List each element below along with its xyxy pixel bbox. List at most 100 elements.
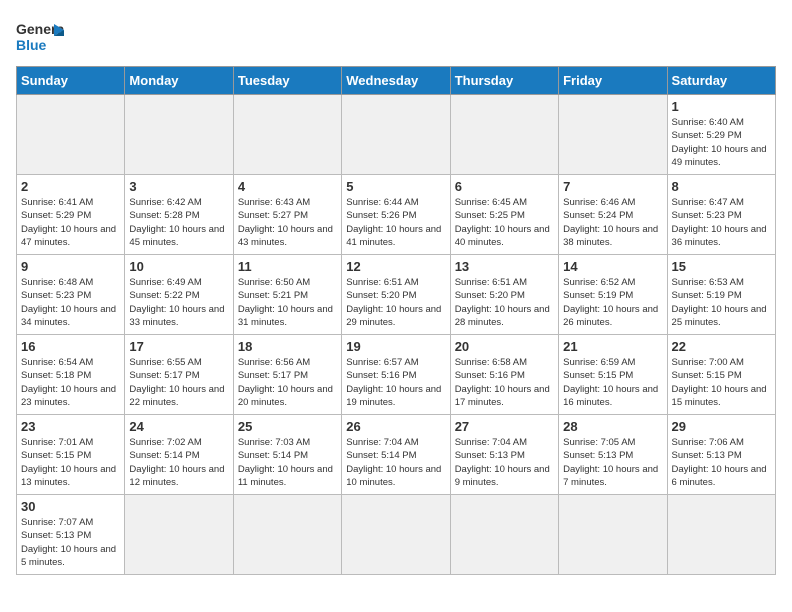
calendar-cell: 26 Sunrise: 7:04 AMSunset: 5:14 PMDayligh…	[342, 415, 450, 495]
day-info: Sunrise: 6:49 AMSunset: 5:22 PMDaylight:…	[129, 276, 228, 329]
calendar-cell: 6 Sunrise: 6:45 AMSunset: 5:25 PMDaylight…	[450, 175, 558, 255]
calendar-cell: 5 Sunrise: 6:44 AMSunset: 5:26 PMDaylight…	[342, 175, 450, 255]
week-row-2: 2 Sunrise: 6:41 AMSunset: 5:29 PMDaylight…	[17, 175, 776, 255]
calendar-cell: 7Sunrise: 6:46 AMSunset: 5:24 PMDaylight…	[559, 175, 667, 255]
calendar-cell: 20 Sunrise: 6:58 AMSunset: 5:16 PMDayligh…	[450, 335, 558, 415]
calendar-cell: 18 Sunrise: 6:56 AMSunset: 5:17 PMDayligh…	[233, 335, 341, 415]
day-info: Sunrise: 7:04 AMSunset: 5:13 PMDaylight:…	[455, 436, 554, 489]
day-info: Sunrise: 6:42 AMSunset: 5:28 PMDaylight:…	[129, 196, 228, 249]
calendar-cell: 21 Sunrise: 6:59 AMSunset: 5:15 PMDayligh…	[559, 335, 667, 415]
weekday-tuesday: Tuesday	[233, 67, 341, 95]
day-number: 20	[455, 339, 554, 354]
calendar-cell: 11 Sunrise: 6:50 AMSunset: 5:21 PMDayligh…	[233, 255, 341, 335]
day-number: 5	[346, 179, 445, 194]
calendar-cell	[17, 95, 125, 175]
day-info: Sunrise: 6:51 AMSunset: 5:20 PMDaylight:…	[346, 276, 445, 329]
calendar-cell: 2 Sunrise: 6:41 AMSunset: 5:29 PMDaylight…	[17, 175, 125, 255]
calendar-cell: 3 Sunrise: 6:42 AMSunset: 5:28 PMDaylight…	[125, 175, 233, 255]
day-info: Sunrise: 6:45 AMSunset: 5:25 PMDaylight:…	[455, 196, 554, 249]
calendar-cell: 4 Sunrise: 6:43 AMSunset: 5:27 PMDaylight…	[233, 175, 341, 255]
day-info: Sunrise: 6:51 AMSunset: 5:20 PMDaylight:…	[455, 276, 554, 329]
day-number: 25	[238, 419, 337, 434]
day-number: 15	[672, 259, 771, 274]
day-number: 22	[672, 339, 771, 354]
week-row-3: 9Sunrise: 6:48 AMSunset: 5:23 PMDaylight…	[17, 255, 776, 335]
calendar-body: 1 Sunrise: 6:40 AMSunset: 5:29 PMDaylight…	[17, 95, 776, 575]
calendar-cell	[125, 495, 233, 575]
day-number: 26	[346, 419, 445, 434]
day-number: 17	[129, 339, 228, 354]
day-number: 19	[346, 339, 445, 354]
day-number: 8	[672, 179, 771, 194]
day-number: 21	[563, 339, 662, 354]
day-number: 4	[238, 179, 337, 194]
day-number: 29	[672, 419, 771, 434]
day-number: 18	[238, 339, 337, 354]
calendar-cell: 19 Sunrise: 6:57 AMSunset: 5:16 PMDayligh…	[342, 335, 450, 415]
calendar-cell	[450, 95, 558, 175]
day-info: Sunrise: 7:05 AMSunset: 5:13 PMDaylight:…	[563, 436, 662, 489]
calendar-cell: 27Sunrise: 7:04 AMSunset: 5:13 PMDayligh…	[450, 415, 558, 495]
day-info: Sunrise: 7:06 AMSunset: 5:13 PMDaylight:…	[672, 436, 771, 489]
day-number: 30	[21, 499, 120, 514]
day-info: Sunrise: 6:46 AMSunset: 5:24 PMDaylight:…	[563, 196, 662, 249]
calendar-cell: 28Sunrise: 7:05 AMSunset: 5:13 PMDayligh…	[559, 415, 667, 495]
day-number: 14	[563, 259, 662, 274]
weekday-saturday: Saturday	[667, 67, 775, 95]
day-number: 6	[455, 179, 554, 194]
week-row-6: 30 Sunrise: 7:07 AMSunset: 5:13 PMDayligh…	[17, 495, 776, 575]
weekday-monday: Monday	[125, 67, 233, 95]
calendar-cell	[559, 495, 667, 575]
day-number: 3	[129, 179, 228, 194]
day-info: Sunrise: 6:57 AMSunset: 5:16 PMDaylight:…	[346, 356, 445, 409]
day-info: Sunrise: 6:55 AMSunset: 5:17 PMDaylight:…	[129, 356, 228, 409]
day-info: Sunrise: 6:47 AMSunset: 5:23 PMDaylight:…	[672, 196, 771, 249]
day-info: Sunrise: 6:41 AMSunset: 5:29 PMDaylight:…	[21, 196, 120, 249]
calendar-cell: 1 Sunrise: 6:40 AMSunset: 5:29 PMDaylight…	[667, 95, 775, 175]
day-info: Sunrise: 6:44 AMSunset: 5:26 PMDaylight:…	[346, 196, 445, 249]
weekday-wednesday: Wednesday	[342, 67, 450, 95]
calendar-cell: 22 Sunrise: 7:00 AMSunset: 5:15 PMDayligh…	[667, 335, 775, 415]
calendar-cell	[559, 95, 667, 175]
calendar-cell: 12 Sunrise: 6:51 AMSunset: 5:20 PMDayligh…	[342, 255, 450, 335]
day-number: 11	[238, 259, 337, 274]
weekday-friday: Friday	[559, 67, 667, 95]
day-info: Sunrise: 6:40 AMSunset: 5:29 PMDaylight:…	[672, 116, 771, 169]
calendar-table: SundayMondayTuesdayWednesdayThursdayFrid…	[16, 66, 776, 575]
day-info: Sunrise: 6:56 AMSunset: 5:17 PMDaylight:…	[238, 356, 337, 409]
day-info: Sunrise: 7:02 AMSunset: 5:14 PMDaylight:…	[129, 436, 228, 489]
day-info: Sunrise: 6:58 AMSunset: 5:16 PMDaylight:…	[455, 356, 554, 409]
day-info: Sunrise: 6:48 AMSunset: 5:23 PMDaylight:…	[21, 276, 120, 329]
calendar-cell	[233, 95, 341, 175]
day-info: Sunrise: 6:59 AMSunset: 5:15 PMDaylight:…	[563, 356, 662, 409]
calendar-cell: 25Sunrise: 7:03 AMSunset: 5:14 PMDayligh…	[233, 415, 341, 495]
weekday-sunday: Sunday	[17, 67, 125, 95]
week-row-1: 1 Sunrise: 6:40 AMSunset: 5:29 PMDaylight…	[17, 95, 776, 175]
calendar-cell: 29 Sunrise: 7:06 AMSunset: 5:13 PMDayligh…	[667, 415, 775, 495]
calendar-cell: 15Sunrise: 6:53 AMSunset: 5:19 PMDayligh…	[667, 255, 775, 335]
day-info: Sunrise: 7:07 AMSunset: 5:13 PMDaylight:…	[21, 516, 120, 569]
day-info: Sunrise: 6:54 AMSunset: 5:18 PMDaylight:…	[21, 356, 120, 409]
day-info: Sunrise: 6:52 AMSunset: 5:19 PMDaylight:…	[563, 276, 662, 329]
calendar-cell	[450, 495, 558, 575]
day-info: Sunrise: 7:04 AMSunset: 5:14 PMDaylight:…	[346, 436, 445, 489]
calendar-cell: 10 Sunrise: 6:49 AMSunset: 5:22 PMDayligh…	[125, 255, 233, 335]
day-number: 10	[129, 259, 228, 274]
day-info: Sunrise: 6:43 AMSunset: 5:27 PMDaylight:…	[238, 196, 337, 249]
day-number: 12	[346, 259, 445, 274]
day-number: 24	[129, 419, 228, 434]
day-number: 16	[21, 339, 120, 354]
calendar-cell: 16 Sunrise: 6:54 AMSunset: 5:18 PMDayligh…	[17, 335, 125, 415]
calendar-cell	[667, 495, 775, 575]
header: General Blue	[16, 16, 776, 56]
day-info: Sunrise: 6:50 AMSunset: 5:21 PMDaylight:…	[238, 276, 337, 329]
day-number: 2	[21, 179, 120, 194]
calendar-cell	[233, 495, 341, 575]
week-row-5: 23Sunrise: 7:01 AMSunset: 5:15 PMDayligh…	[17, 415, 776, 495]
day-info: Sunrise: 7:00 AMSunset: 5:15 PMDaylight:…	[672, 356, 771, 409]
calendar-cell: 23Sunrise: 7:01 AMSunset: 5:15 PMDayligh…	[17, 415, 125, 495]
logo-area: General Blue	[16, 16, 64, 56]
calendar-cell: 24 Sunrise: 7:02 AMSunset: 5:14 PMDayligh…	[125, 415, 233, 495]
week-row-4: 16 Sunrise: 6:54 AMSunset: 5:18 PMDayligh…	[17, 335, 776, 415]
day-number: 1	[672, 99, 771, 114]
